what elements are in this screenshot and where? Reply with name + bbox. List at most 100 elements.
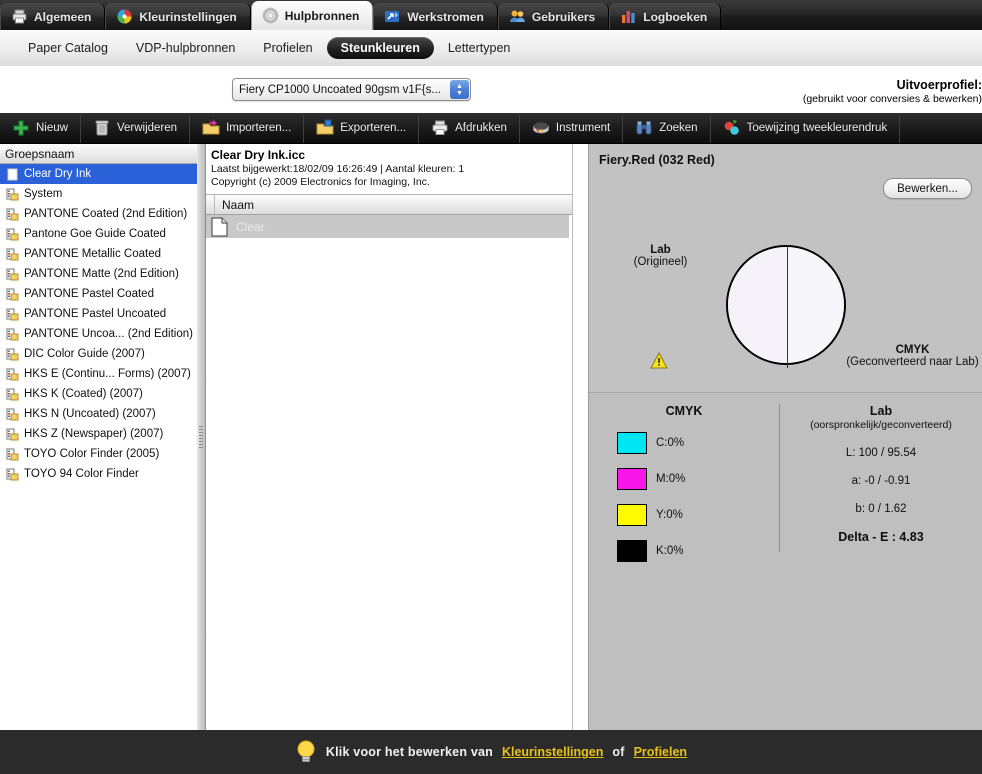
- tab-logboeken[interactable]: Logboeken: [609, 3, 722, 30]
- cmyk-channel-row: Y:0%: [617, 504, 779, 526]
- delta-e-value: Delta - E : 4.83: [838, 530, 924, 544]
- table-header-naam[interactable]: Naam: [215, 195, 588, 214]
- subtab-paper-catalog[interactable]: Paper Catalog: [14, 37, 122, 59]
- chart-bars-icon: [620, 8, 637, 25]
- sidebar-item-toyo-color-finder[interactable]: TOYO Color Finder (2005): [0, 444, 197, 464]
- sidebar-item-system[interactable]: System: [0, 184, 197, 204]
- toolbar-label: Exporteren...: [340, 122, 407, 134]
- main-tab-bar: Algemeen Kleurinstellingen Hulpbronnen W…: [0, 0, 982, 31]
- cmyk-converted-caption: CMYK (Geconverteerd naar Lab): [845, 344, 980, 368]
- tab-kleurinstellingen[interactable]: Kleurinstellingen: [105, 3, 251, 30]
- edit-button[interactable]: Bewerken...: [883, 178, 972, 199]
- sidebar-item-toyo-94-color-finder[interactable]: TOYO 94 Color Finder: [0, 464, 197, 484]
- sidebar-item-pantone-matte-2nd[interactable]: PANTONE Matte (2nd Edition): [0, 264, 197, 284]
- export-folder-icon: [316, 119, 334, 137]
- group-icon: [6, 448, 19, 461]
- sidebar-item-clear-dry-ink[interactable]: Clear Dry Ink: [0, 164, 197, 184]
- tab-label: Gebruikers: [531, 9, 596, 24]
- sidebar-item-pantone-pastel-coated[interactable]: PANTONE Pastel Coated: [0, 284, 197, 304]
- output-profile-sublabel: (gebruikt voor conversies & bewerken): [802, 93, 982, 105]
- group-icon: [6, 428, 19, 441]
- printer-icon: [431, 119, 449, 137]
- tab-gebruikers[interactable]: Gebruikers: [497, 3, 610, 30]
- sidebar-item-pantone-uncoated-2nd[interactable]: PANTONE Uncoa... (2nd Edition): [0, 324, 197, 344]
- sidebar-item-hks-e[interactable]: HKS E (Continu... Forms) (2007): [0, 364, 197, 384]
- print-button[interactable]: Afdrukken: [419, 113, 520, 143]
- sidebar-item-pantone-goe-guide-coated[interactable]: Pantone Goe Guide Coated: [0, 224, 197, 244]
- users-icon: [509, 8, 526, 25]
- search-button[interactable]: Zoeken: [623, 113, 711, 143]
- tab-algemeen[interactable]: Algemeen: [0, 3, 106, 30]
- sidebar-item-pantone-coated-2nd[interactable]: PANTONE Coated (2nd Edition): [0, 204, 197, 224]
- lab-column: Lab (oorspronkelijk/geconverteerd) L: 10…: [780, 393, 982, 544]
- sidebar-item-hks-k[interactable]: HKS K (Coated) (2007): [0, 384, 197, 404]
- black-label: K:0%: [656, 545, 684, 557]
- splitter-grip-icon: [199, 426, 203, 448]
- output-profile-dropdown[interactable]: Fiery CP1000 Uncoated 90gsm v1F{s... ▲ ▼: [232, 78, 471, 101]
- cmyk-channel-row: C:0%: [617, 432, 779, 454]
- detail-title: Fiery.Red (032 Red): [599, 153, 715, 167]
- plus-icon: [12, 119, 30, 137]
- group-icon: [6, 188, 19, 201]
- toolbar-label: Afdrukken: [455, 122, 507, 134]
- subtab-lettertypen[interactable]: Lettertypen: [434, 37, 525, 59]
- new-button[interactable]: Nieuw: [0, 113, 81, 143]
- sidebar-item-label: PANTONE Pastel Uncoated: [24, 308, 167, 320]
- sidebar-item-pantone-metallic-coated[interactable]: PANTONE Metallic Coated: [0, 244, 197, 264]
- color-wheel-icon: [116, 8, 133, 25]
- trash-icon: [93, 119, 111, 137]
- tab-label: Werkstromen: [407, 9, 484, 24]
- table-row[interactable]: Clear: [206, 215, 569, 238]
- delete-button[interactable]: Verwijderen: [81, 113, 191, 143]
- group-list: Clear Dry Ink System PANTONE Coated (2nd…: [0, 164, 197, 484]
- document-icon: [211, 217, 228, 237]
- circle-half-converted: [786, 247, 844, 363]
- sidebar-splitter[interactable]: [197, 144, 206, 730]
- printer-icon: [11, 8, 28, 25]
- subtab-profielen[interactable]: Profielen: [249, 37, 326, 59]
- group-icon: [6, 308, 19, 321]
- status-link-kleurinstellingen[interactable]: Kleurinstellingen: [502, 745, 603, 759]
- output-profile-label-group: Uitvoerprofiel: (gebruikt voor conversie…: [752, 66, 982, 105]
- gear-icon: [262, 7, 279, 24]
- lab-subheading: (oorspronkelijk/geconverteerd): [810, 419, 952, 431]
- instrument-button[interactable]: Instrument: [520, 113, 624, 143]
- sidebar-item-label: DIC Color Guide (2007): [24, 348, 145, 360]
- group-icon: [6, 468, 19, 481]
- list-scrollbar[interactable]: [572, 144, 588, 730]
- sidebar-item-label: Clear Dry Ink: [24, 168, 92, 180]
- status-link-profielen[interactable]: Profielen: [634, 745, 688, 759]
- status-middle: of: [612, 745, 625, 759]
- circle-half-original: [728, 247, 786, 363]
- group-icon: [6, 248, 19, 261]
- warning-triangle-icon: [650, 351, 668, 369]
- scrollbar-track[interactable]: [574, 184, 586, 674]
- group-icon: [6, 408, 19, 421]
- export-button[interactable]: Exporteren...: [304, 113, 420, 143]
- two-color-mapping-button[interactable]: Toewijzing tweekleurendruk: [711, 113, 901, 143]
- sidebar-header: Groepsnaam: [0, 144, 197, 164]
- output-profile-strip: Uitvoerprofiel: (gebruikt voor conversie…: [0, 66, 982, 114]
- comparison-circle-shape: [726, 245, 846, 365]
- sidebar-item-hks-n[interactable]: HKS N (Uncoated) (2007): [0, 404, 197, 424]
- sidebar-item-label: PANTONE Coated (2nd Edition): [24, 208, 188, 220]
- lightbulb-icon: [295, 739, 317, 765]
- import-button[interactable]: Importeren...: [190, 113, 305, 143]
- sidebar-item-hks-z[interactable]: HKS Z (Newspaper) (2007): [0, 424, 197, 444]
- subtab-vdp-hulpbronnen[interactable]: VDP-hulpbronnen: [122, 37, 249, 59]
- sidebar-item-label: PANTONE Metallic Coated: [24, 248, 161, 260]
- cyan-label: C:0%: [656, 437, 685, 449]
- toolbar-label: Importeren...: [226, 122, 292, 134]
- tab-werkstromen[interactable]: Werkstromen: [373, 3, 498, 30]
- tab-label: Hulpbronnen: [284, 8, 360, 23]
- toolbar-label: Nieuw: [36, 122, 68, 134]
- group-sidebar: Groepsnaam Clear Dry Ink System PANTONE …: [0, 144, 198, 730]
- tab-hulpbronnen[interactable]: Hulpbronnen: [250, 1, 374, 30]
- sidebar-item-label: HKS K (Coated) (2007): [24, 388, 143, 400]
- sidebar-item-pantone-pastel-uncoated[interactable]: PANTONE Pastel Uncoated: [0, 304, 197, 324]
- subtab-steunkleuren[interactable]: Steunkleuren: [326, 37, 434, 59]
- swatch-icon: [6, 168, 19, 181]
- sidebar-item-dic-color-guide[interactable]: DIC Color Guide (2007): [0, 344, 197, 364]
- lab-heading: Lab: [869, 404, 893, 418]
- color-detail-panel: Fiery.Red (032 Red) Bewerken... CMYK C:0…: [589, 144, 982, 730]
